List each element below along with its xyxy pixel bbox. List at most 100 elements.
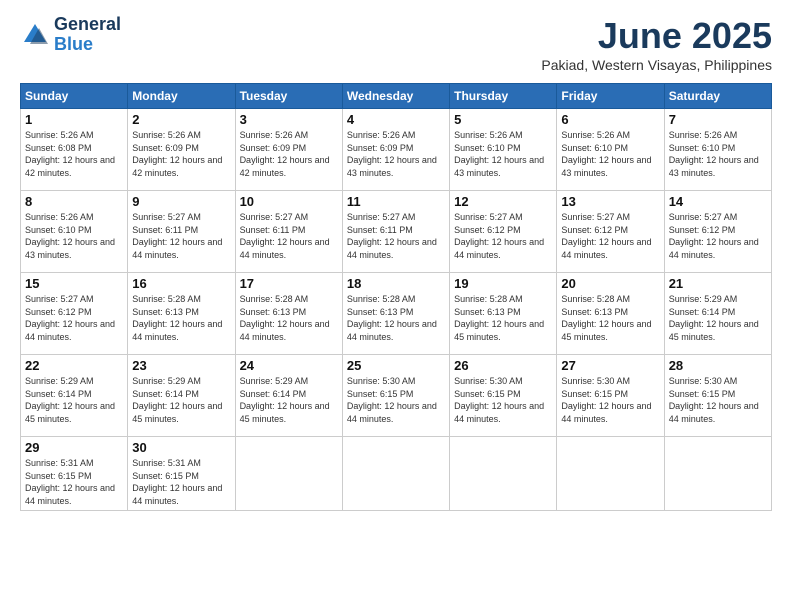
day-number: 2 [132, 112, 230, 127]
calendar-cell: 23 Sunrise: 5:29 AMSunset: 6:14 PMDayligh… [128, 355, 235, 437]
calendar: Sunday Monday Tuesday Wednesday Thursday… [20, 83, 772, 511]
calendar-cell: 8 Sunrise: 5:26 AMSunset: 6:10 PMDaylight… [21, 191, 128, 273]
day-number: 29 [25, 440, 123, 455]
page: General Blue June 2025 Pakiad, Western V… [0, 0, 792, 612]
calendar-week-row: 8 Sunrise: 5:26 AMSunset: 6:10 PMDaylight… [21, 191, 772, 273]
header-saturday: Saturday [664, 84, 771, 109]
day-number: 8 [25, 194, 123, 209]
calendar-cell: 25 Sunrise: 5:30 AMSunset: 6:15 PMDayligh… [342, 355, 449, 437]
day-number: 9 [132, 194, 230, 209]
calendar-cell: 18Sunrise: 5:28 AMSunset: 6:13 PMDayligh… [342, 273, 449, 355]
day-number: 30 [132, 440, 230, 455]
header-monday: Monday [128, 84, 235, 109]
day-number: 13 [561, 194, 659, 209]
calendar-cell: 13 Sunrise: 5:27 AMSunset: 6:12 PMDayligh… [557, 191, 664, 273]
day-number: 6 [561, 112, 659, 127]
header-friday: Friday [557, 84, 664, 109]
day-info: Sunrise: 5:26 AMSunset: 6:10 PMDaylight:… [669, 129, 767, 179]
day-number: 17 [240, 276, 338, 291]
day-info: Sunrise: 5:27 AMSunset: 6:12 PMDaylight:… [561, 211, 659, 261]
month-title: June 2025 [541, 15, 772, 57]
logo: General Blue [20, 15, 121, 55]
calendar-cell: 5 Sunrise: 5:26 AMSunset: 6:10 PMDaylight… [450, 109, 557, 191]
day-info: Sunrise: 5:28 AMSunset: 6:13 PMDaylight:… [132, 293, 230, 343]
calendar-cell [664, 437, 771, 511]
day-number: 5 [454, 112, 552, 127]
day-number: 24 [240, 358, 338, 373]
calendar-cell: 29 Sunrise: 5:31 AMSunset: 6:15 PMDayligh… [21, 437, 128, 511]
calendar-cell [342, 437, 449, 511]
day-info: Sunrise: 5:29 AMSunset: 6:14 PMDaylight:… [25, 375, 123, 425]
calendar-cell: 12 Sunrise: 5:27 AMSunset: 6:12 PMDayligh… [450, 191, 557, 273]
day-number: 12 [454, 194, 552, 209]
calendar-week-row: 22 Sunrise: 5:29 AMSunset: 6:14 PMDayligh… [21, 355, 772, 437]
day-number: 4 [347, 112, 445, 127]
day-info: Sunrise: 5:26 AMSunset: 6:09 PMDaylight:… [132, 129, 230, 179]
day-info: Sunrise: 5:27 AMSunset: 6:11 PMDaylight:… [240, 211, 338, 261]
calendar-cell: 17 Sunrise: 5:28 AMSunset: 6:13 PMDayligh… [235, 273, 342, 355]
day-number: 11 [347, 194, 445, 209]
day-info: Sunrise: 5:27 AMSunset: 6:12 PMDaylight:… [25, 293, 123, 343]
calendar-cell: 20Sunrise: 5:28 AMSunset: 6:13 PMDayligh… [557, 273, 664, 355]
calendar-week-row: 1Sunrise: 5:26 AMSunset: 6:08 PMDaylight… [21, 109, 772, 191]
day-info: Sunrise: 5:29 AMSunset: 6:14 PMDaylight:… [669, 293, 767, 343]
header: General Blue June 2025 Pakiad, Western V… [20, 15, 772, 73]
calendar-cell: 11 Sunrise: 5:27 AMSunset: 6:11 PMDayligh… [342, 191, 449, 273]
calendar-cell: 15 Sunrise: 5:27 AMSunset: 6:12 PMDayligh… [21, 273, 128, 355]
calendar-cell: 14 Sunrise: 5:27 AMSunset: 6:12 PMDayligh… [664, 191, 771, 273]
day-number: 10 [240, 194, 338, 209]
day-info: Sunrise: 5:30 AMSunset: 6:15 PMDaylight:… [454, 375, 552, 425]
day-info: Sunrise: 5:26 AMSunset: 6:10 PMDaylight:… [454, 129, 552, 179]
day-number: 14 [669, 194, 767, 209]
day-info: Sunrise: 5:29 AMSunset: 6:14 PMDaylight:… [132, 375, 230, 425]
day-info: Sunrise: 5:28 AMSunset: 6:13 PMDaylight:… [240, 293, 338, 343]
day-number: 3 [240, 112, 338, 127]
subtitle: Pakiad, Western Visayas, Philippines [541, 57, 772, 73]
day-info: Sunrise: 5:30 AMSunset: 6:15 PMDaylight:… [561, 375, 659, 425]
calendar-cell [450, 437, 557, 511]
calendar-cell: 22 Sunrise: 5:29 AMSunset: 6:14 PMDayligh… [21, 355, 128, 437]
day-info: Sunrise: 5:26 AMSunset: 6:09 PMDaylight:… [240, 129, 338, 179]
calendar-cell: 4 Sunrise: 5:26 AMSunset: 6:09 PMDaylight… [342, 109, 449, 191]
logo-text: General Blue [54, 15, 121, 55]
day-number: 26 [454, 358, 552, 373]
calendar-cell: 3 Sunrise: 5:26 AMSunset: 6:09 PMDaylight… [235, 109, 342, 191]
calendar-cell: 6 Sunrise: 5:26 AMSunset: 6:10 PMDaylight… [557, 109, 664, 191]
day-info: Sunrise: 5:26 AMSunset: 6:10 PMDaylight:… [561, 129, 659, 179]
calendar-week-row: 15 Sunrise: 5:27 AMSunset: 6:12 PMDayligh… [21, 273, 772, 355]
day-number: 23 [132, 358, 230, 373]
calendar-cell [557, 437, 664, 511]
day-info: Sunrise: 5:28 AMSunset: 6:13 PMDaylight:… [454, 293, 552, 343]
logo-icon [20, 20, 50, 50]
day-number: 22 [25, 358, 123, 373]
day-info: Sunrise: 5:27 AMSunset: 6:11 PMDaylight:… [347, 211, 445, 261]
calendar-cell: 9Sunrise: 5:27 AMSunset: 6:11 PMDaylight… [128, 191, 235, 273]
day-info: Sunrise: 5:31 AMSunset: 6:15 PMDaylight:… [132, 457, 230, 507]
day-number: 18 [347, 276, 445, 291]
header-wednesday: Wednesday [342, 84, 449, 109]
day-number: 25 [347, 358, 445, 373]
calendar-week-row: 29 Sunrise: 5:31 AMSunset: 6:15 PMDayligh… [21, 437, 772, 511]
day-number: 19 [454, 276, 552, 291]
day-info: Sunrise: 5:27 AMSunset: 6:12 PMDaylight:… [669, 211, 767, 261]
calendar-cell: 21 Sunrise: 5:29 AMSunset: 6:14 PMDayligh… [664, 273, 771, 355]
day-info: Sunrise: 5:26 AMSunset: 6:09 PMDaylight:… [347, 129, 445, 179]
day-info: Sunrise: 5:31 AMSunset: 6:15 PMDaylight:… [25, 457, 123, 507]
calendar-cell: 24 Sunrise: 5:29 AMSunset: 6:14 PMDayligh… [235, 355, 342, 437]
calendar-cell: 7Sunrise: 5:26 AMSunset: 6:10 PMDaylight… [664, 109, 771, 191]
day-info: Sunrise: 5:30 AMSunset: 6:15 PMDaylight:… [669, 375, 767, 425]
day-number: 16 [132, 276, 230, 291]
calendar-cell: 1Sunrise: 5:26 AMSunset: 6:08 PMDaylight… [21, 109, 128, 191]
day-info: Sunrise: 5:27 AMSunset: 6:12 PMDaylight:… [454, 211, 552, 261]
header-tuesday: Tuesday [235, 84, 342, 109]
day-info: Sunrise: 5:30 AMSunset: 6:15 PMDaylight:… [347, 375, 445, 425]
day-number: 21 [669, 276, 767, 291]
day-info: Sunrise: 5:26 AMSunset: 6:10 PMDaylight:… [25, 211, 123, 261]
calendar-cell: 26 Sunrise: 5:30 AMSunset: 6:15 PMDayligh… [450, 355, 557, 437]
calendar-cell: 28Sunrise: 5:30 AMSunset: 6:15 PMDayligh… [664, 355, 771, 437]
header-thursday: Thursday [450, 84, 557, 109]
day-number: 15 [25, 276, 123, 291]
day-number: 20 [561, 276, 659, 291]
day-info: Sunrise: 5:29 AMSunset: 6:14 PMDaylight:… [240, 375, 338, 425]
header-sunday: Sunday [21, 84, 128, 109]
